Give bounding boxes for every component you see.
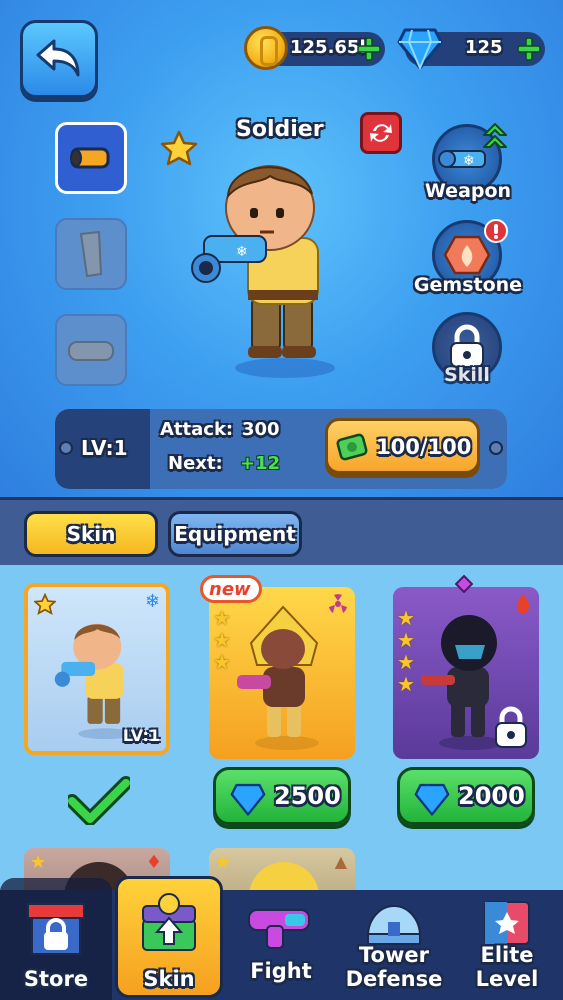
nav-elite-level[interactable]: Elite Level: [451, 890, 563, 1000]
gem-counter: 125: [397, 28, 545, 70]
skin-upgrade-icon: [142, 893, 196, 951]
alert-icon: [484, 219, 508, 243]
nav-elite-label-2: Level: [475, 967, 539, 991]
nav-fight[interactable]: Fight: [225, 890, 337, 1000]
tab-equipment[interactable]: Equipment: [168, 511, 302, 557]
fire-element-icon: ♦: [145, 852, 162, 873]
blaster-icon: [248, 909, 310, 949]
tower-icon: [366, 905, 422, 945]
coin-icon: [244, 26, 288, 70]
price-value: 2000: [458, 782, 525, 810]
nav-tower-label-2: Defense: [345, 967, 443, 991]
back-arrow-icon: [36, 39, 80, 77]
right-indicator: [489, 441, 503, 455]
upgrade-card-icon: [336, 433, 368, 461]
nav-tower-defense[interactable]: Tower Defense: [338, 890, 450, 1000]
svg-text:❄: ❄: [463, 153, 475, 169]
level-label: LV:1: [81, 436, 128, 460]
hero-name: Soldier: [236, 117, 324, 142]
slot-magazine[interactable]: [55, 218, 127, 290]
tab-skin[interactable]: Skin: [24, 511, 158, 557]
next-value: +12: [240, 453, 281, 474]
nav-store[interactable]: Store: [0, 878, 112, 1000]
nav-skin[interactable]: Skin: [113, 876, 225, 1000]
add-coins-icon[interactable]: [357, 37, 381, 61]
gem-icon: [230, 783, 266, 816]
buy-assassin-button[interactable]: 2000: [397, 767, 535, 825]
weapon-label: Weapon: [424, 180, 512, 202]
silencer-icon: [68, 341, 114, 361]
nav-skin-label: Skin: [143, 967, 195, 991]
gem-icon: [414, 783, 450, 816]
new-badge: new: [200, 575, 262, 603]
attack-label: Attack:: [160, 419, 234, 440]
slot-barrel[interactable]: [55, 122, 127, 194]
gem-value: 125: [465, 37, 503, 58]
skill-label: Skill: [444, 364, 490, 386]
bottom-nav: Store Skin Fight Tower Defense Elite Lev…: [0, 876, 563, 1000]
minus-indicator: [59, 441, 73, 455]
nav-tower-label-1: Tower: [359, 943, 429, 967]
skin-card-assassin[interactable]: ★ ★ ★ ★: [393, 587, 539, 759]
star-icon: [34, 593, 56, 615]
switch-hero-button[interactable]: [360, 112, 402, 154]
skin-card-pharaoh[interactable]: ★ ★ ★: [209, 587, 355, 759]
level-panel: LV:1: [55, 409, 150, 489]
coin-counter: 125.65k: [244, 26, 385, 70]
nav-store-label: Store: [23, 967, 89, 991]
buy-pharaoh-button[interactable]: 2500: [213, 767, 351, 825]
upgrade-arrow-icon: [483, 123, 507, 148]
back-button[interactable]: [20, 20, 98, 98]
magazine-icon: [79, 230, 103, 278]
svg-text:❄: ❄: [236, 244, 248, 260]
hero-panel: 125.65k 125 Soldier ❄ ❄ Weapon Gemstone …: [0, 0, 563, 497]
add-gems-icon[interactable]: [517, 37, 541, 61]
slot-silencer[interactable]: [55, 314, 127, 386]
gemstone-label: Gemstone: [413, 274, 523, 296]
lock-icon: [495, 706, 527, 748]
rarity-diamond-icon: [455, 575, 473, 593]
tabs-bar: Skin Equipment: [0, 497, 563, 565]
soldier-character: ❄: [191, 165, 335, 378]
attack-value: 300: [242, 419, 280, 440]
pharaoh-skin-art: [237, 605, 319, 750]
refresh-icon: [370, 124, 392, 142]
soldier-skin-art: [54, 623, 133, 740]
next-label: Next:: [168, 453, 223, 474]
store-icon: [27, 903, 85, 955]
barrel-icon: [70, 147, 110, 169]
earth-element-icon: ▲: [334, 852, 347, 871]
nav-elite-label-1: Elite: [480, 943, 534, 967]
nav-fight-label: Fight: [250, 959, 312, 983]
upgrade-cost: 100/100: [376, 435, 472, 459]
gem-icon: [397, 28, 443, 70]
skin-card-soldier[interactable]: ❄ LV:1: [24, 583, 170, 755]
price-value: 2500: [274, 782, 341, 810]
checkmark-icon: [68, 776, 130, 825]
ice-element-icon: ❄: [144, 591, 160, 612]
elite-banner-icon: [484, 901, 530, 945]
skin-level: LV:1: [122, 726, 160, 745]
upgrade-button[interactable]: 100/100: [325, 418, 480, 474]
